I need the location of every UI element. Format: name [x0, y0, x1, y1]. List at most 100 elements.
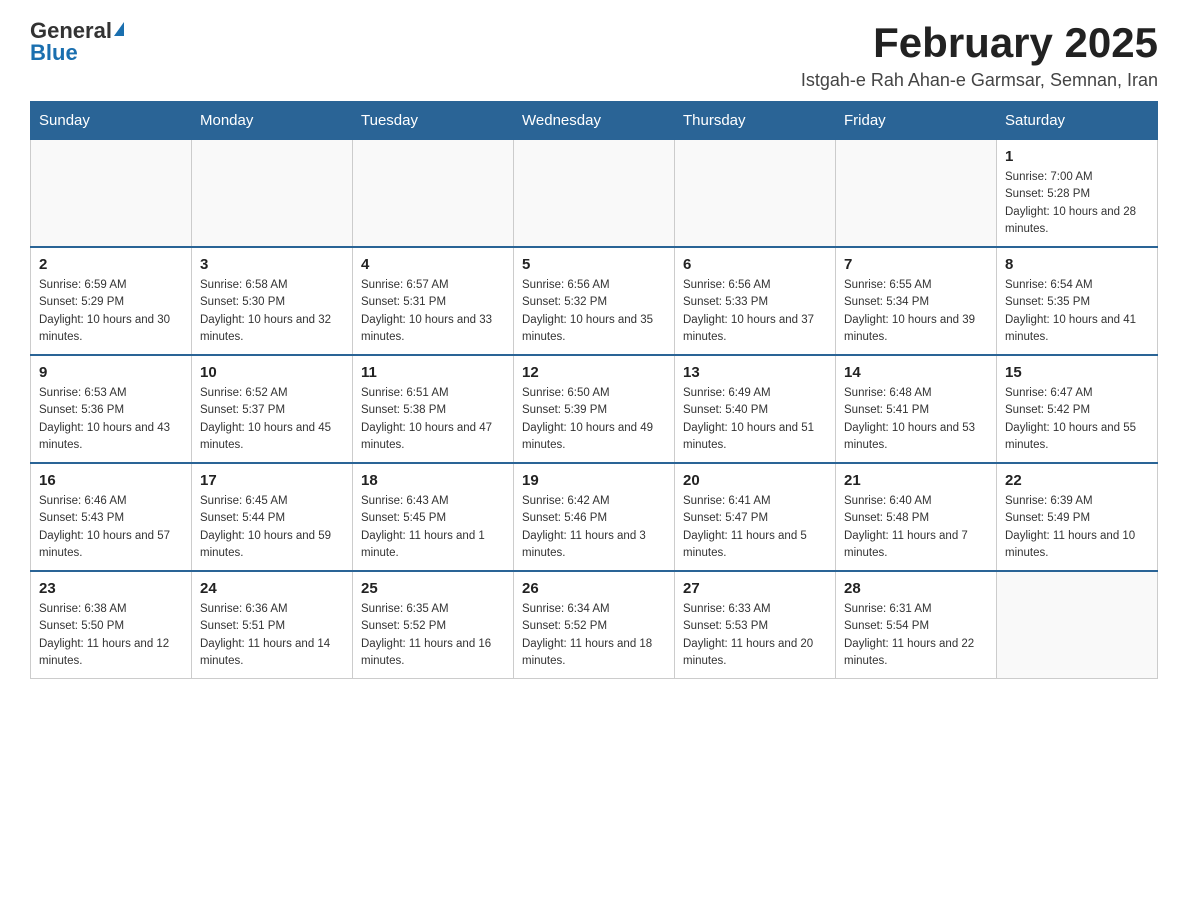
month-title: February 2025 — [801, 20, 1158, 66]
day-info: Sunrise: 6:36 AMSunset: 5:51 PMDaylight:… — [200, 601, 344, 670]
header-thursday: Thursday — [675, 102, 836, 140]
table-row: 7 Sunrise: 6:55 AMSunset: 5:34 PMDaylight… — [836, 247, 997, 355]
table-row: 4Sunrise: 6:57 AMSunset: 5:31 PMDaylight… — [353, 247, 514, 355]
day-number: 28 — [844, 580, 988, 597]
table-row: 17 Sunrise: 6:45 AMSunset: 5:44 PMDayligh… — [192, 463, 353, 571]
table-row — [31, 140, 192, 248]
calendar-week-row: 2 Sunrise: 6:59 AMSunset: 5:29 PMDaylight… — [31, 247, 1158, 355]
day-info: Sunrise: 6:50 AMSunset: 5:39 PMDaylight:… — [522, 385, 666, 454]
table-row: 22 Sunrise: 6:39 AMSunset: 5:49 PMDayligh… — [997, 463, 1158, 571]
day-info: Sunrise: 6:41 AMSunset: 5:47 PMDaylight:… — [683, 493, 827, 562]
day-info: Sunrise: 6:45 AMSunset: 5:44 PMDaylight:… — [200, 493, 344, 562]
day-info: Sunrise: 6:52 AMSunset: 5:37 PMDaylight:… — [200, 385, 344, 454]
day-number: 3 — [200, 256, 344, 273]
day-info: Sunrise: 6:34 AMSunset: 5:52 PMDaylight:… — [522, 601, 666, 670]
table-row: 18Sunrise: 6:43 AMSunset: 5:45 PMDayligh… — [353, 463, 514, 571]
table-row: 6 Sunrise: 6:56 AMSunset: 5:33 PMDaylight… — [675, 247, 836, 355]
day-number: 7 — [844, 256, 988, 273]
header-monday: Monday — [192, 102, 353, 140]
day-number: 26 — [522, 580, 666, 597]
header-wednesday: Wednesday — [514, 102, 675, 140]
day-info: Sunrise: 6:40 AMSunset: 5:48 PMDaylight:… — [844, 493, 988, 562]
day-number: 23 — [39, 580, 183, 597]
table-row: 26 Sunrise: 6:34 AMSunset: 5:52 PMDayligh… — [514, 571, 675, 679]
day-info: Sunrise: 6:56 AMSunset: 5:32 PMDaylight:… — [522, 277, 666, 346]
table-row: 5 Sunrise: 6:56 AMSunset: 5:32 PMDaylight… — [514, 247, 675, 355]
table-row: 24Sunrise: 6:36 AMSunset: 5:51 PMDayligh… — [192, 571, 353, 679]
table-row — [192, 140, 353, 248]
day-info: Sunrise: 6:31 AMSunset: 5:54 PMDaylight:… — [844, 601, 988, 670]
day-number: 10 — [200, 364, 344, 381]
table-row: 19 Sunrise: 6:42 AMSunset: 5:46 PMDayligh… — [514, 463, 675, 571]
logo-general: General — [30, 20, 112, 42]
table-row: 23 Sunrise: 6:38 AMSunset: 5:50 PMDayligh… — [31, 571, 192, 679]
day-info: Sunrise: 6:49 AMSunset: 5:40 PMDaylight:… — [683, 385, 827, 454]
day-number: 11 — [361, 364, 505, 381]
day-number: 1 — [1005, 148, 1149, 165]
day-number: 2 — [39, 256, 183, 273]
table-row: 27 Sunrise: 6:33 AMSunset: 5:53 PMDayligh… — [675, 571, 836, 679]
day-info: Sunrise: 6:48 AMSunset: 5:41 PMDaylight:… — [844, 385, 988, 454]
table-row: 25 Sunrise: 6:35 AMSunset: 5:52 PMDayligh… — [353, 571, 514, 679]
day-number: 4 — [361, 256, 505, 273]
day-number: 17 — [200, 472, 344, 489]
table-row: 14 Sunrise: 6:48 AMSunset: 5:41 PMDayligh… — [836, 355, 997, 463]
day-number: 12 — [522, 364, 666, 381]
calendar-header-row: Sunday Monday Tuesday Wednesday Thursday… — [31, 102, 1158, 140]
day-info: Sunrise: 6:56 AMSunset: 5:33 PMDaylight:… — [683, 277, 827, 346]
day-info: Sunrise: 6:54 AMSunset: 5:35 PMDaylight:… — [1005, 277, 1149, 346]
day-info: Sunrise: 6:59 AMSunset: 5:29 PMDaylight:… — [39, 277, 183, 346]
day-number: 22 — [1005, 472, 1149, 489]
day-number: 14 — [844, 364, 988, 381]
calendar-week-row: 1 Sunrise: 7:00 AMSunset: 5:28 PMDaylight… — [31, 140, 1158, 248]
day-info: Sunrise: 6:33 AMSunset: 5:53 PMDaylight:… — [683, 601, 827, 670]
logo: General Blue — [30, 20, 124, 64]
day-info: Sunrise: 7:00 AMSunset: 5:28 PMDaylight:… — [1005, 169, 1149, 238]
calendar-week-row: 16 Sunrise: 6:46 AMSunset: 5:43 PMDayligh… — [31, 463, 1158, 571]
table-row: 12 Sunrise: 6:50 AMSunset: 5:39 PMDayligh… — [514, 355, 675, 463]
table-row: 2 Sunrise: 6:59 AMSunset: 5:29 PMDaylight… — [31, 247, 192, 355]
day-info: Sunrise: 6:47 AMSunset: 5:42 PMDaylight:… — [1005, 385, 1149, 454]
logo-triangle-icon — [114, 22, 124, 36]
table-row: 3 Sunrise: 6:58 AMSunset: 5:30 PMDaylight… — [192, 247, 353, 355]
day-number: 27 — [683, 580, 827, 597]
header-friday: Friday — [836, 102, 997, 140]
table-row: 16 Sunrise: 6:46 AMSunset: 5:43 PMDayligh… — [31, 463, 192, 571]
table-row: 11 Sunrise: 6:51 AMSunset: 5:38 PMDayligh… — [353, 355, 514, 463]
calendar-table: Sunday Monday Tuesday Wednesday Thursday… — [30, 101, 1158, 679]
day-info: Sunrise: 6:58 AMSunset: 5:30 PMDaylight:… — [200, 277, 344, 346]
day-number: 8 — [1005, 256, 1149, 273]
table-row: 1 Sunrise: 7:00 AMSunset: 5:28 PMDaylight… — [997, 140, 1158, 248]
day-info: Sunrise: 6:35 AMSunset: 5:52 PMDaylight:… — [361, 601, 505, 670]
day-number: 19 — [522, 472, 666, 489]
day-number: 5 — [522, 256, 666, 273]
day-info: Sunrise: 6:53 AMSunset: 5:36 PMDaylight:… — [39, 385, 183, 454]
day-number: 20 — [683, 472, 827, 489]
table-row: 8 Sunrise: 6:54 AMSunset: 5:35 PMDaylight… — [997, 247, 1158, 355]
title-section: February 2025 Istgah-e Rah Ahan-e Garmsa… — [801, 20, 1158, 91]
table-row — [675, 140, 836, 248]
day-info: Sunrise: 6:39 AMSunset: 5:49 PMDaylight:… — [1005, 493, 1149, 562]
day-number: 16 — [39, 472, 183, 489]
day-number: 6 — [683, 256, 827, 273]
table-row: 20 Sunrise: 6:41 AMSunset: 5:47 PMDayligh… — [675, 463, 836, 571]
day-number: 9 — [39, 364, 183, 381]
day-number: 13 — [683, 364, 827, 381]
header-saturday: Saturday — [997, 102, 1158, 140]
day-info: Sunrise: 6:55 AMSunset: 5:34 PMDaylight:… — [844, 277, 988, 346]
day-info: Sunrise: 6:51 AMSunset: 5:38 PMDaylight:… — [361, 385, 505, 454]
table-row: 9 Sunrise: 6:53 AMSunset: 5:36 PMDaylight… — [31, 355, 192, 463]
day-info: Sunrise: 6:42 AMSunset: 5:46 PMDaylight:… — [522, 493, 666, 562]
logo-blue: Blue — [30, 42, 78, 64]
day-number: 21 — [844, 472, 988, 489]
header-tuesday: Tuesday — [353, 102, 514, 140]
location-subtitle: Istgah-e Rah Ahan-e Garmsar, Semnan, Ira… — [801, 70, 1158, 91]
day-number: 25 — [361, 580, 505, 597]
day-info: Sunrise: 6:46 AMSunset: 5:43 PMDaylight:… — [39, 493, 183, 562]
table-row — [514, 140, 675, 248]
day-info: Sunrise: 6:38 AMSunset: 5:50 PMDaylight:… — [39, 601, 183, 670]
page-header: General Blue February 2025 Istgah-e Rah … — [30, 20, 1158, 91]
table-row: 21 Sunrise: 6:40 AMSunset: 5:48 PMDayligh… — [836, 463, 997, 571]
day-number: 15 — [1005, 364, 1149, 381]
header-sunday: Sunday — [31, 102, 192, 140]
